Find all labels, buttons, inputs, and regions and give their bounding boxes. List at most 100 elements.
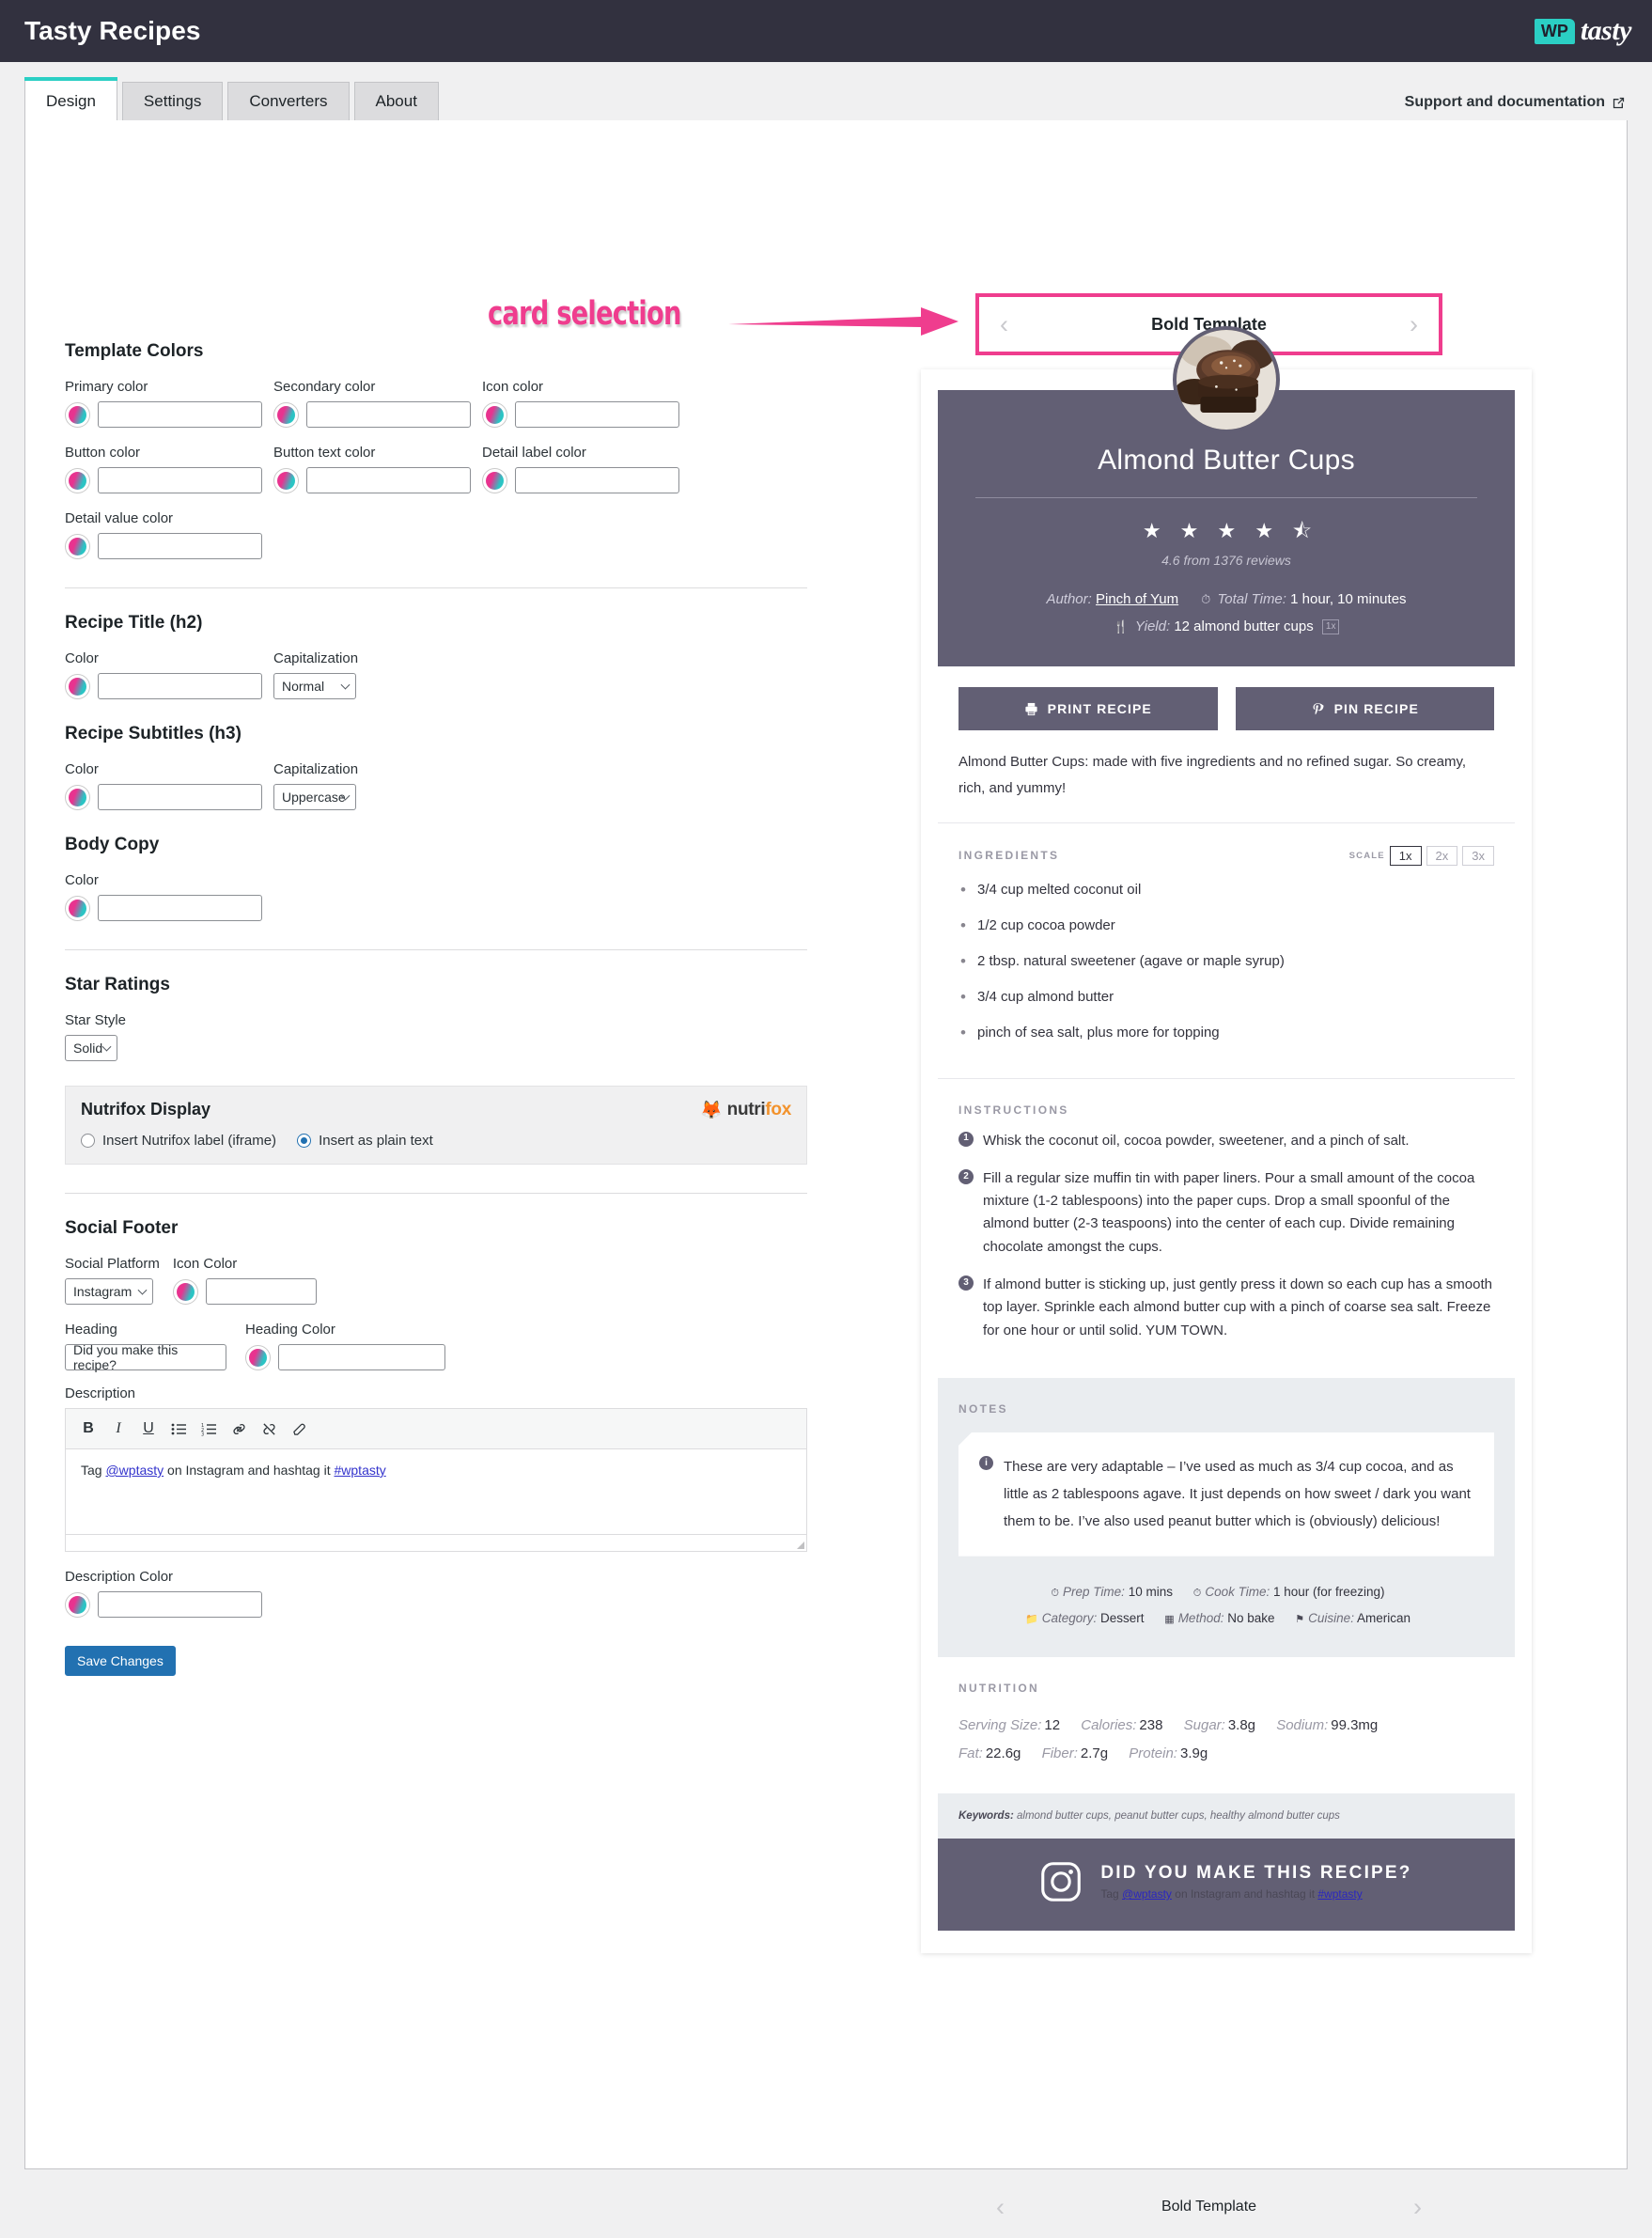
prep-time-value: 10 mins [1128,1584,1173,1599]
pin-recipe-button[interactable]: PIN RECIPE [1235,687,1494,730]
divider-2 [65,949,807,950]
input-social-heading[interactable]: Did you make this recipe? [65,1342,226,1372]
select-star-style[interactable]: Solid [65,1035,117,1061]
star-rating[interactable]: ★ ★ ★ ★ ⯪ [966,521,1487,541]
nutrition-label: Protein: [1129,1745,1177,1762]
instruction-item: If almond butter is sticking up, just ge… [958,1274,1492,1342]
field-recipe-subtitle-capitalization: Capitalization Uppercase [273,761,482,810]
social-pre: Tag [1100,1887,1123,1902]
field-primary-color: Primary color [65,379,273,428]
input-body-copy-color[interactable] [98,895,262,921]
nutrition-section: NUTRITION Serving Size: 12 Calories: 238 S… [938,1656,1515,1794]
editor-handle-link[interactable]: @wptasty [105,1463,164,1478]
scale-button-1x[interactable]: 1x [1389,845,1422,866]
tab-design[interactable]: Design [24,76,117,121]
next-template-button-top[interactable]: › [1410,311,1418,337]
input-button-text-color[interactable] [306,467,471,493]
keywords-row: Keywords: almond butter cups, peanut but… [938,1793,1515,1839]
select-social-platform[interactable]: Instagram [65,1278,153,1305]
cuisine-value: American [1356,1610,1410,1625]
category-field: 📁 Category: Dessert [1025,1611,1145,1625]
tab-settings[interactable]: Settings [121,81,224,121]
bold-icon[interactable]: B [75,1416,101,1441]
nutrifox-radio-group: Insert Nutrifox label (iframe) Insert as… [81,1133,433,1149]
color-swatch-secondary[interactable] [273,401,299,428]
ingredient-item: pinch of sea salt, plus more for topping [960,1020,1494,1045]
nutrition-label: Serving Size: [958,1716,1042,1733]
color-swatch-body-copy[interactable] [65,895,90,921]
author-link[interactable]: Pinch of Yum [1096,591,1178,607]
social-hashtag-link[interactable]: #wptasty [1317,1887,1362,1901]
input-detail-value-color[interactable] [98,533,262,559]
field-detail-value-color: Detail value color [65,510,273,559]
label-body-copy-color: Color [65,872,99,888]
select-recipe-title-capitalization[interactable]: Normal [273,673,356,699]
editor-content[interactable]: Tag @wptasty on Instagram and hashtag it… [66,1449,806,1534]
color-swatch-recipe-subtitle[interactable] [65,784,90,810]
color-swatch-detail-value[interactable] [65,533,90,559]
color-swatch-button-text[interactable] [273,467,299,493]
radio-nutrifox-plain-text[interactable]: Insert as plain text [297,1133,433,1149]
divider-3 [65,1193,807,1194]
support-link-label: Support and documentation [1404,94,1605,110]
input-social-icon-color[interactable] [205,1278,317,1305]
total-time-label: Total Time: [1217,591,1286,607]
field-body-copy-color: Color [65,872,273,921]
color-swatch-social-heading[interactable] [245,1344,271,1370]
input-icon-color[interactable] [515,401,679,428]
tab-about[interactable]: About [353,81,439,121]
input-recipe-subtitle-color[interactable] [98,784,262,810]
input-recipe-title-color[interactable] [98,673,262,699]
prev-template-button-top[interactable]: ‹ [1000,311,1008,337]
clear-formatting-icon[interactable] [286,1416,312,1441]
next-template-button-bottom[interactable]: › [1413,2193,1422,2222]
nutrition-value: 99.3mg [1331,1716,1379,1733]
support-documentation-link[interactable]: Support and documentation [1405,94,1626,120]
underline-icon[interactable]: U [135,1416,162,1441]
input-button-color[interactable] [98,467,262,493]
print-recipe-button[interactable]: PRINT RECIPE [958,687,1218,730]
field-recipe-title-color: Color [65,650,273,699]
select-recipe-subtitle-capitalization[interactable]: Uppercase [273,784,356,810]
numbered-list-icon[interactable]: 123 [195,1416,222,1441]
color-swatch-icon[interactable] [482,401,507,428]
label-social-icon-color: Icon Color [172,1256,238,1272]
color-swatch-primary[interactable] [65,401,90,428]
card-hero: Almond Butter Cups ★ ★ ★ ★ ⯪ 4.6 from 13… [938,326,1515,666]
color-swatch-social-description[interactable] [65,1591,90,1618]
label-detail-label-color: Detail label color [482,445,586,461]
unlink-icon[interactable] [256,1416,282,1441]
input-social-heading-color[interactable] [278,1344,445,1370]
color-swatch-recipe-title[interactable] [65,673,90,699]
input-primary-color[interactable] [98,401,262,428]
color-swatch-social-icon[interactable] [172,1278,198,1305]
color-swatch-detail-label[interactable] [482,467,507,493]
save-changes-button[interactable]: Save Changes [65,1646,176,1676]
tab-converters[interactable]: Converters [227,81,350,121]
category-value: Dessert [1100,1610,1145,1625]
input-secondary-color[interactable] [306,401,471,428]
yield-scale-chip[interactable]: 1x [1321,618,1340,634]
input-social-description-color[interactable] [98,1591,262,1618]
social-footer-text: DID YOU MAKE THIS RECIPE? Tag @wptasty o… [1100,1863,1411,1901]
editor-hashtag-link[interactable]: #wptasty [335,1463,386,1478]
label-social-heading-color: Heading Color [245,1322,335,1338]
card-body: PRINT RECIPE PIN RECIPE Almond Butter Cu… [938,666,1515,1932]
social-handle-link[interactable]: @wptasty [1122,1887,1172,1901]
annotation-arrow [728,307,958,336]
color-swatch-button[interactable] [65,467,90,493]
input-detail-label-color[interactable] [515,467,679,493]
radio-label-iframe: Insert Nutrifox label (iframe) [102,1133,277,1149]
prev-template-button-bottom[interactable]: ‹ [996,2193,1005,2222]
editor-resize-handle[interactable] [66,1534,806,1551]
radio-nutrifox-iframe[interactable]: Insert Nutrifox label (iframe) [81,1133,276,1149]
scale-button-2x[interactable]: 2x [1426,845,1458,866]
label-button-text-color: Button text color [273,445,376,461]
bulleted-list-icon[interactable] [165,1416,192,1441]
scale-button-3x[interactable]: 3x [1462,845,1494,866]
italic-icon[interactable]: I [105,1416,132,1441]
details-times-row: ⏱ Prep Time: 10 mins ⏱ Cook Time: 1 hour (… [958,1585,1494,1600]
notes-heading: NOTES [958,1401,1008,1416]
section-title-social-footer: Social Footer [65,1218,179,1238]
link-icon[interactable] [226,1416,252,1441]
